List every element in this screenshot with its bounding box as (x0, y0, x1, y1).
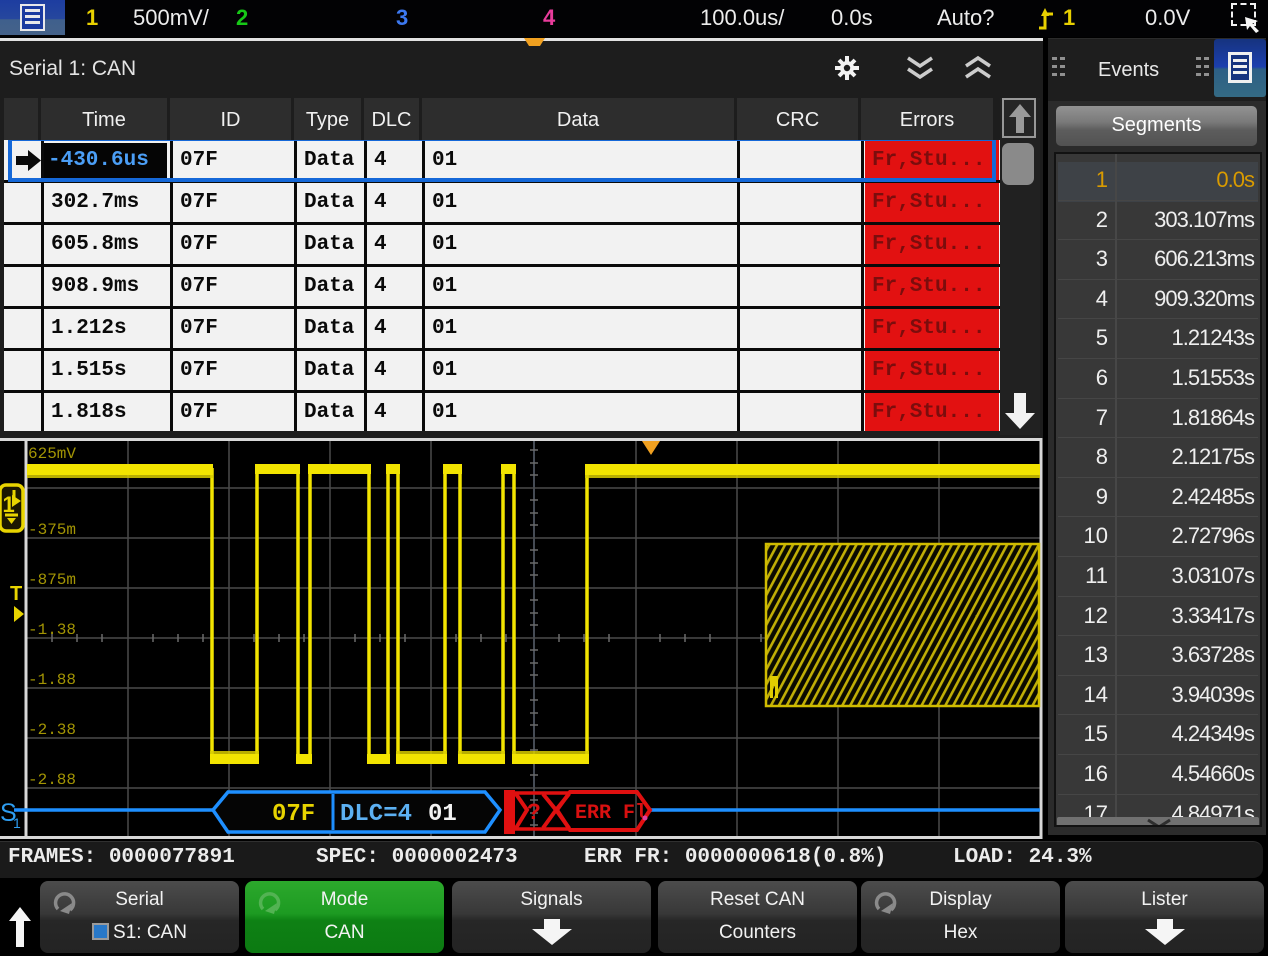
svg-text:1: 1 (13, 815, 21, 831)
svg-text:-2.88: -2.88 (28, 771, 76, 789)
svg-text:625mV: 625mV (28, 445, 76, 463)
svg-text:-1.88: -1.88 (28, 671, 76, 689)
svg-text:-875m: -875m (28, 571, 76, 589)
svg-text:07F: 07F (272, 801, 315, 828)
svg-text:T: T (10, 583, 22, 605)
svg-text:01: 01 (428, 801, 457, 828)
svg-text:-375m: -375m (28, 521, 76, 539)
svg-text:DLC=4: DLC=4 (340, 801, 412, 828)
svg-text:-1.38: -1.38 (28, 621, 76, 639)
svg-text:?: ? (527, 800, 541, 826)
svg-text:-2.38: -2.38 (28, 721, 76, 739)
svg-text:ERR Fl: ERR Fl (575, 802, 647, 825)
